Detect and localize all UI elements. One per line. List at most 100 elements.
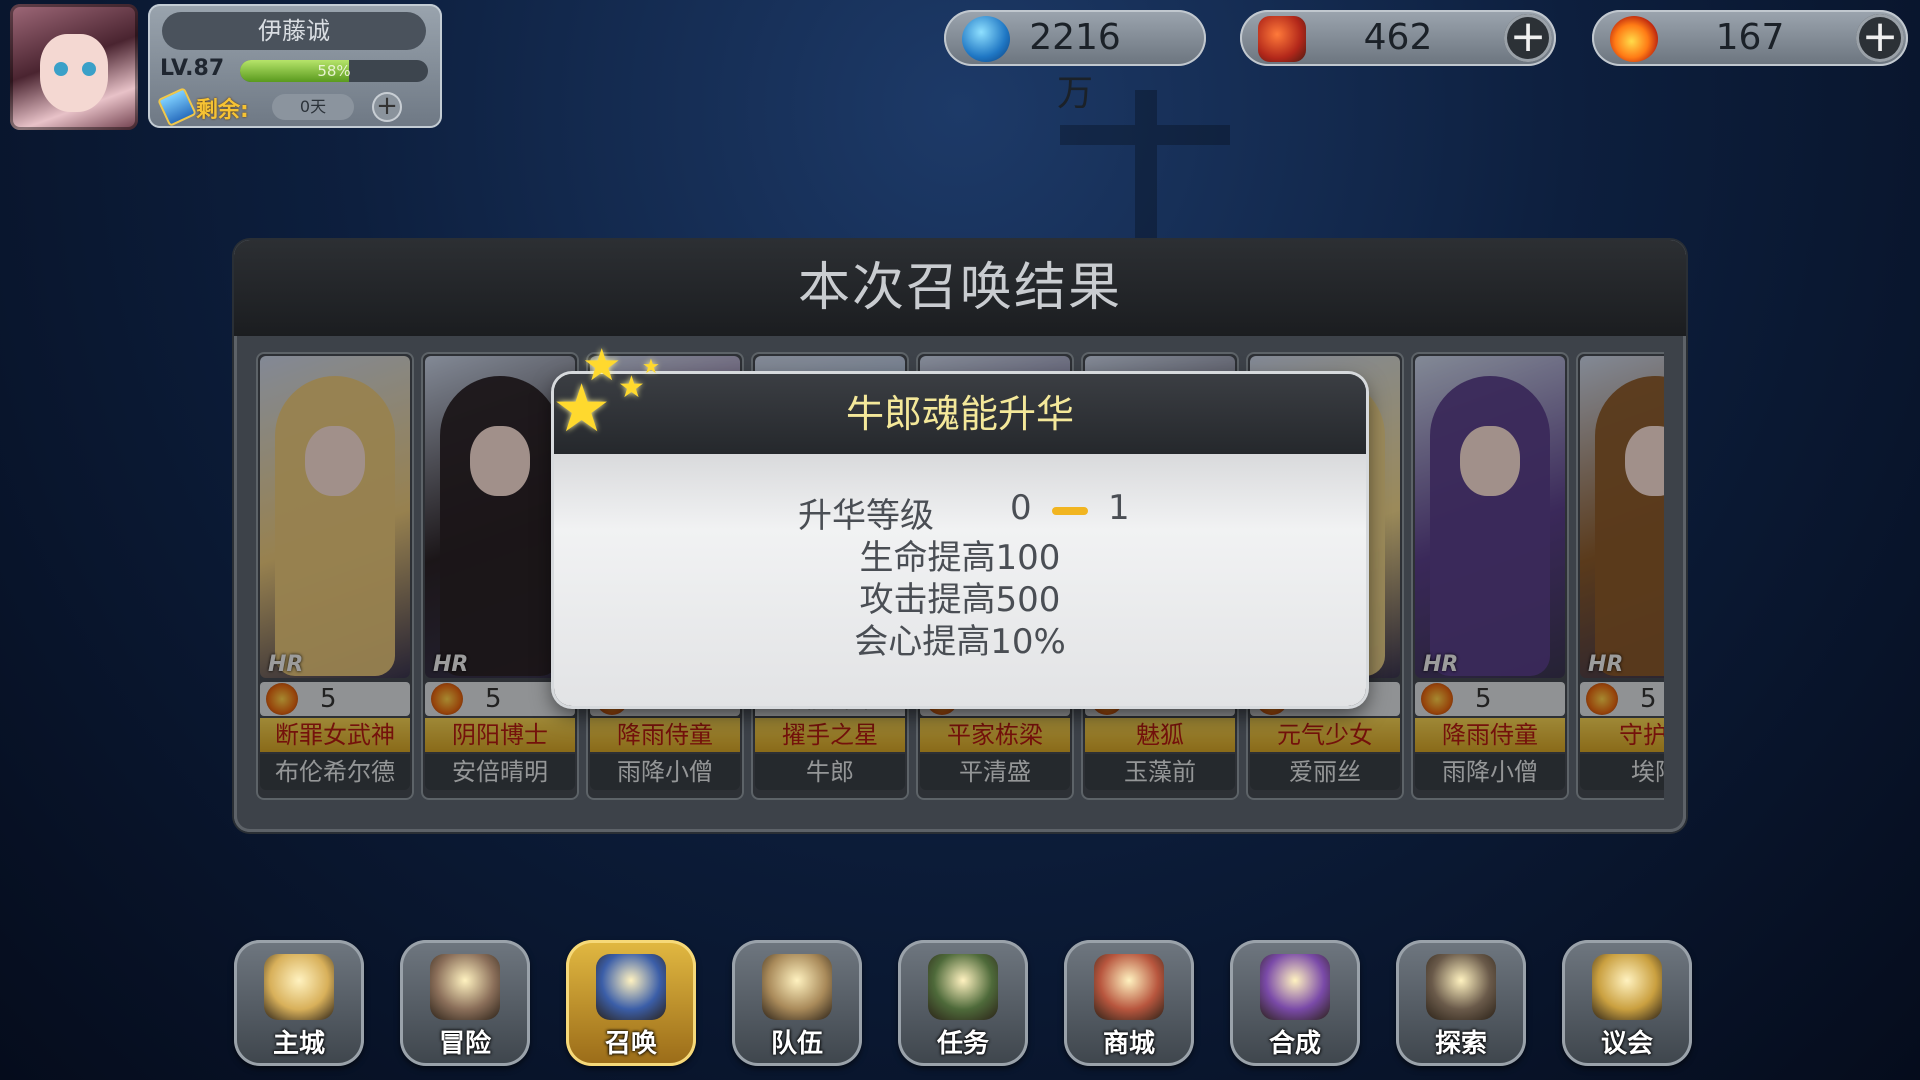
quest-book-icon: [928, 954, 998, 1020]
level-orb-icon: [1586, 683, 1618, 715]
nav-label: 任务: [936, 1029, 989, 1059]
add-flame-button[interactable]: +: [1856, 14, 1904, 62]
currency-chest: 462 +: [1240, 10, 1556, 66]
card-level: 5: [1640, 684, 1657, 714]
currency-flame-value: 167: [1715, 17, 1785, 58]
nav-button[interactable]: 合成: [1230, 940, 1360, 1066]
currency-flame: 167 +: [1592, 10, 1908, 66]
card-portrait: HR: [1415, 356, 1565, 678]
chest-icon: [1258, 16, 1306, 62]
exp-percent: 58%: [317, 62, 351, 80]
card-hair: [1595, 376, 1664, 676]
card-rarity: HR: [1588, 652, 1624, 677]
star-icon: ★: [618, 370, 645, 405]
card-name: 玉藻前: [1085, 754, 1235, 790]
nav-button[interactable]: 队伍: [732, 940, 862, 1066]
card-name: 牛郎: [755, 754, 905, 790]
ascension-arrow-icon: [1052, 507, 1088, 515]
summon-card[interactable]: HR 5 降雨侍童 雨降小僧: [1411, 352, 1569, 800]
star-icon: ★: [642, 354, 660, 378]
potion-flask-icon: [1260, 954, 1330, 1020]
popup-header: 牛郎魂能升华: [554, 374, 1366, 454]
card-title: 守护之: [1580, 718, 1664, 752]
nav-button[interactable]: 商城: [1064, 940, 1194, 1066]
summon-result-title: 本次召唤结果: [797, 258, 1122, 318]
ascension-to: 1: [1108, 488, 1130, 528]
currency-soul: 2216万: [944, 10, 1206, 114]
flame-crest-icon: [1610, 16, 1658, 62]
card-portrait: HR: [260, 356, 410, 678]
player-profile[interactable]: 伊藤诚 LV.87 58% 剩余: 0天 +: [10, 4, 442, 130]
card-title: 元气少女: [1250, 718, 1400, 752]
card-title: 降雨侍童: [1415, 718, 1565, 752]
ascension-from: 0: [1010, 488, 1032, 528]
nav-label: 冒险: [438, 1029, 491, 1059]
nav-label: 议会: [1600, 1029, 1653, 1059]
card-title: 擢手之星: [755, 718, 905, 752]
popup-body: 升华等级 0 1 生命提高100 攻击提高500 会心提高10%: [554, 454, 1366, 706]
card-rarity: HR: [433, 652, 469, 677]
nav-label: 主城: [272, 1029, 325, 1059]
nav-button[interactable]: 议会: [1562, 940, 1692, 1066]
card-face: [1460, 426, 1520, 496]
card-level-row: 5: [1580, 682, 1664, 716]
card-hair: [440, 376, 560, 676]
card-name: 埃阿: [1580, 754, 1664, 790]
profile-panel: 伊藤诚 LV.87 58% 剩余: 0天 +: [148, 4, 442, 128]
nav-label: 探索: [1434, 1029, 1487, 1059]
card-title: 断罪女武神: [260, 718, 410, 752]
star-icon: ★: [552, 370, 612, 447]
nav-label: 商城: [1102, 1029, 1155, 1059]
card-level: 5: [320, 684, 337, 714]
explore-shovel-icon: [1426, 954, 1496, 1020]
summon-card[interactable]: HR 5 断罪女武神 布伦希尔德: [256, 352, 414, 800]
nav-button[interactable]: 探索: [1396, 940, 1526, 1066]
shop-tree-icon: [1094, 954, 1164, 1020]
currency-soul-value: 2216万: [1029, 17, 1121, 114]
card-rarity: HR: [268, 652, 304, 677]
card-hair: [1430, 376, 1550, 676]
add-days-button[interactable]: +: [372, 92, 402, 122]
card-level: 5: [1475, 684, 1492, 714]
nav-button[interactable]: 召唤: [566, 940, 696, 1066]
nav-button[interactable]: 冒险: [400, 940, 530, 1066]
card-name: 安倍晴明: [425, 754, 575, 790]
ascension-popup[interactable]: 牛郎魂能升华 升华等级 0 1 生命提高100 攻击提高500 会心提高10%: [554, 374, 1366, 706]
card-title: 魅狐: [1085, 718, 1235, 752]
card-name: 爱丽丝: [1250, 754, 1400, 790]
card-rarity: HR: [1423, 652, 1459, 677]
card-portrait: HR: [1580, 356, 1664, 678]
stat-crit-line: 会心提高10%: [854, 622, 1066, 662]
level-orb-icon: [1421, 683, 1453, 715]
nav-label: 队伍: [770, 1029, 823, 1059]
card-level: 5: [485, 684, 502, 714]
nav-button[interactable]: 主城: [234, 940, 364, 1066]
castle-crown-icon: [264, 954, 334, 1020]
ticket-icon: [157, 87, 197, 127]
card-name: 平清盛: [920, 754, 1070, 790]
nav-button[interactable]: 任务: [898, 940, 1028, 1066]
nav-label: 合成: [1268, 1029, 1321, 1059]
card-title: 阴阳博士: [425, 718, 575, 752]
card-level-row: 5: [260, 682, 410, 716]
council-emblem-icon: [1592, 954, 1662, 1020]
card-face: [305, 426, 365, 496]
summon-card-icon: [596, 954, 666, 1020]
level-orb-icon: [431, 683, 463, 715]
stars-decoration: ★ ★ ★ ★: [552, 340, 672, 450]
add-chest-button[interactable]: +: [1504, 14, 1552, 62]
soul-gem-icon: [962, 16, 1010, 62]
card-title: 降雨侍童: [590, 718, 740, 752]
player-level: LV.87: [160, 56, 225, 81]
remain-label: 剩余:: [196, 98, 249, 123]
card-name: 雨降小僧: [590, 754, 740, 790]
player-avatar[interactable]: [10, 4, 138, 130]
winged-shield-icon: [762, 954, 832, 1020]
card-face: [470, 426, 530, 496]
card-level-row: 5: [425, 682, 575, 716]
card-name: 雨降小僧: [1415, 754, 1565, 790]
crossed-swords-icon: [430, 954, 500, 1020]
card-hair: [275, 376, 395, 676]
card-level-row: 5: [1415, 682, 1565, 716]
summon-card[interactable]: HR 5 守护之 埃阿: [1576, 352, 1664, 800]
